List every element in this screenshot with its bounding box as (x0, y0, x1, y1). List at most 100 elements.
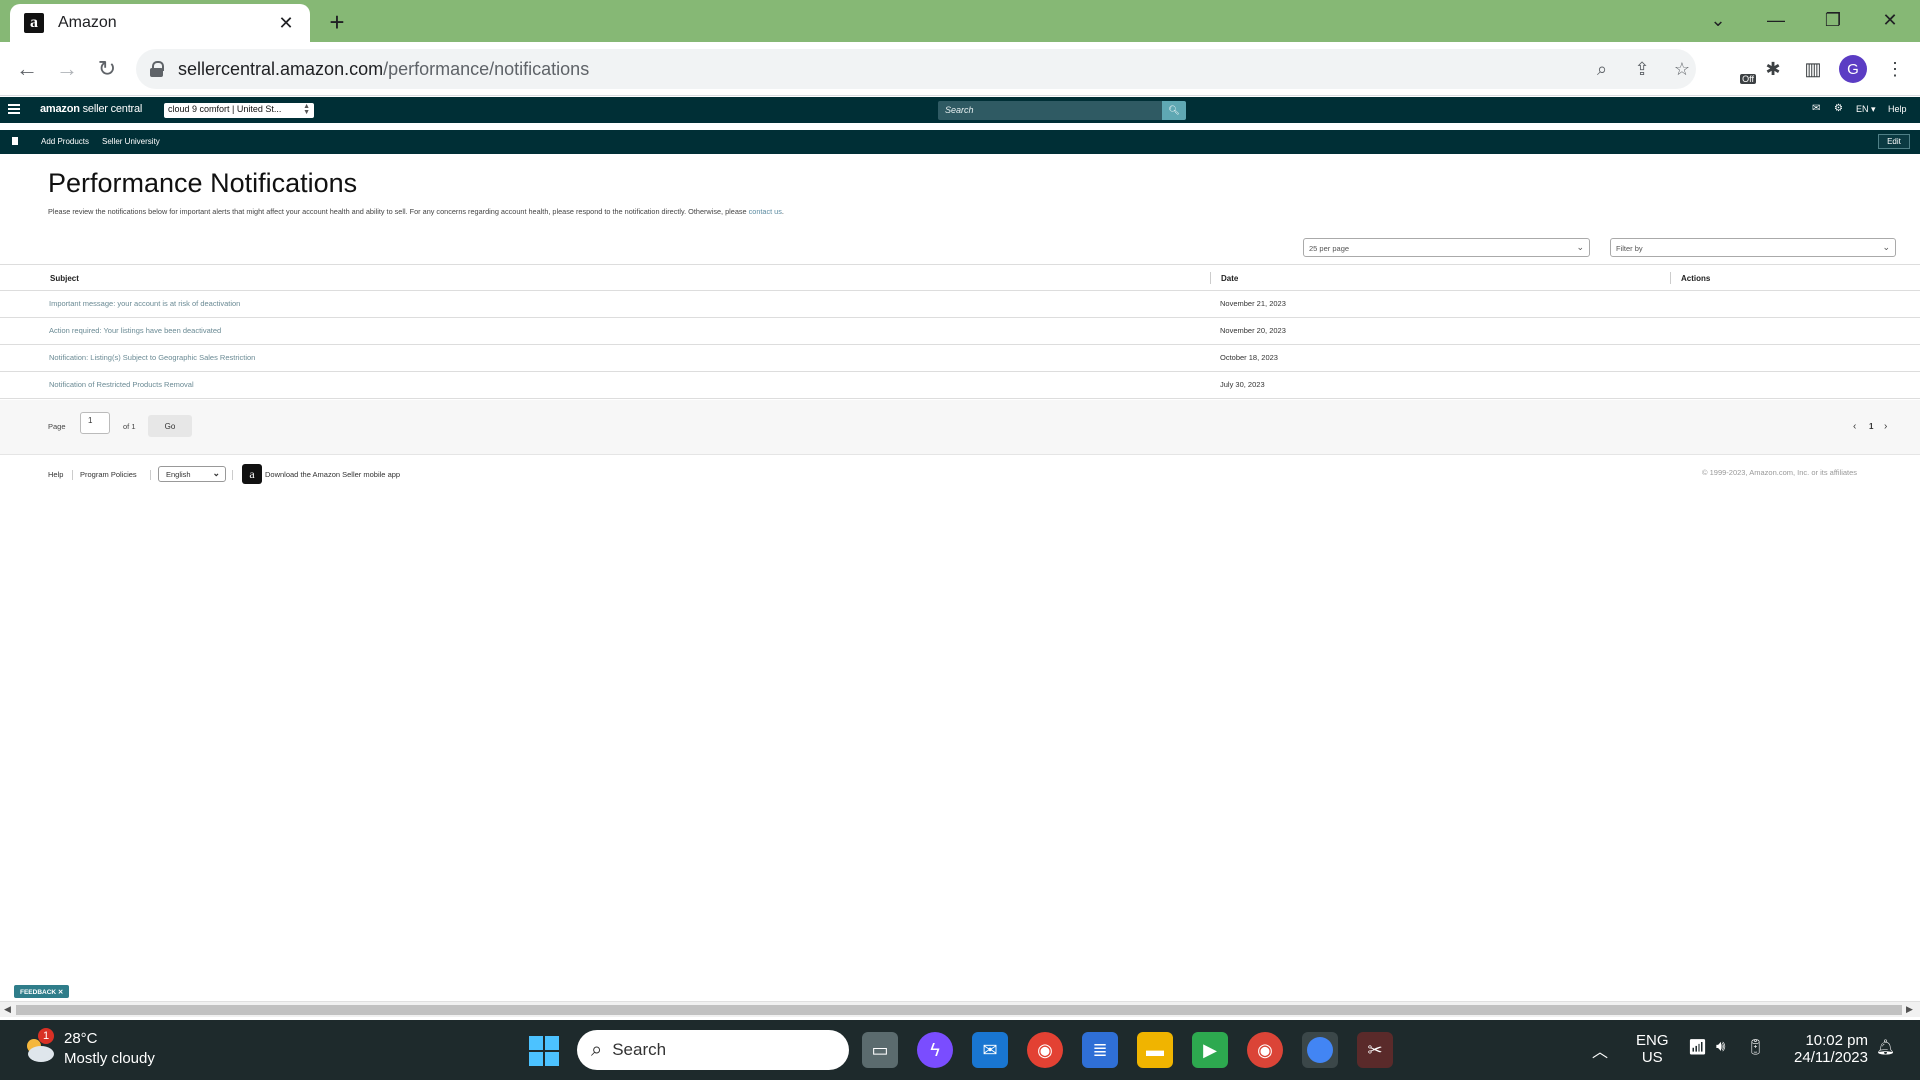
profile-avatar[interactable]: G (1839, 55, 1867, 83)
show-hidden-icons-chevron-icon[interactable]: ︿ (1592, 1038, 1608, 1062)
column-header-subject[interactable]: Subject (50, 274, 79, 283)
google-meet-icon[interactable]: ▶ (1192, 1032, 1228, 1068)
bookmark-icon[interactable] (12, 137, 18, 145)
share-icon[interactable]: ⇪ (1628, 55, 1656, 83)
file-explorer-icon[interactable]: ▬ (1137, 1032, 1173, 1068)
side-panel-icon[interactable]: ▥ (1798, 54, 1828, 84)
seller-central-logo[interactable]: amazon seller central (40, 103, 142, 115)
go-button[interactable]: Go (148, 415, 192, 437)
amazon-app-icon[interactable]: a (242, 464, 262, 484)
description-text: Please review the notifications below fo… (48, 207, 749, 216)
nav-link-add-products[interactable]: Add Products (41, 137, 89, 146)
help-link[interactable]: Help (1888, 104, 1907, 114)
seller-search-input[interactable]: Search (938, 101, 1162, 120)
notification-subject-link[interactable]: Action required: Your listings have been… (49, 326, 221, 335)
chrome-menu-icon[interactable]: ⋮ (1880, 54, 1910, 84)
feedback-button[interactable]: FEEDBACK ✕ (14, 985, 70, 998)
bookmark-star-icon[interactable]: ☆ (1668, 55, 1696, 83)
weather-description[interactable]: Mostly cloudy (64, 1050, 155, 1067)
extensions-puzzle-icon[interactable]: ✱ (1758, 54, 1788, 84)
next-page-icon[interactable]: › (1884, 421, 1887, 432)
previous-page-icon[interactable]: ‹ (1853, 421, 1856, 432)
browser-toolbar: ← → ↻ sellercentral.amazon.com/performan… (0, 42, 1920, 96)
chrome-icon[interactable]: ◉ (1027, 1032, 1063, 1068)
mail-icon[interactable]: ✉ (1812, 103, 1820, 114)
mail-app-icon[interactable]: ✉ (972, 1032, 1008, 1068)
reload-icon[interactable]: ↻ (90, 52, 124, 86)
seller-nav-bar: Add Products Seller University Edit (0, 130, 1920, 154)
notification-date: November 21, 2023 (1220, 299, 1286, 308)
scrollbar-thumb[interactable] (16, 1005, 1902, 1015)
footer-divider (72, 470, 73, 480)
page-total-label: of 1 (123, 422, 136, 431)
footer-divider (150, 470, 151, 480)
language-line-2: US (1641, 1049, 1663, 1066)
clock-time: 10:02 pm (1805, 1032, 1868, 1049)
per-page-value: 25 per page (1309, 244, 1350, 253)
scroll-left-icon[interactable]: ◀ (4, 1004, 11, 1015)
notification-subject-link[interactable]: Important message: your account is at ri… (49, 299, 240, 308)
table-row: Notification of Restricted Products Remo… (0, 372, 1920, 399)
amazon-favicon-icon: a (24, 13, 44, 33)
current-page-number[interactable]: 1 (1869, 422, 1873, 431)
minimize-button[interactable]: — (1748, 4, 1804, 36)
column-header-date[interactable]: Date (1221, 274, 1238, 283)
per-page-select[interactable]: 25 per page ⌄ (1303, 238, 1590, 257)
url-host: sellercentral.amazon.com (178, 58, 384, 79)
windows-start-icon[interactable] (529, 1036, 559, 1066)
header-divider (0, 123, 1920, 130)
url-path: /performance/notifications (383, 58, 590, 79)
edit-nav-button[interactable]: Edit (1878, 134, 1910, 149)
nav-link-seller-university[interactable]: Seller University (102, 137, 160, 146)
notification-subject-link[interactable]: Notification of Restricted Products Remo… (49, 380, 194, 389)
snipping-tool-icon[interactable]: ✂ (1357, 1032, 1393, 1068)
search-icon[interactable]: 🔍︎ (1162, 101, 1186, 120)
notification-date: November 20, 2023 (1220, 326, 1286, 335)
forward-arrow-icon[interactable]: → (50, 52, 84, 86)
wifi-icon[interactable]: 📶︎ (1688, 1038, 1707, 1056)
taskbar-search-box[interactable]: ⌕ Search (577, 1030, 849, 1070)
footer-language-select[interactable]: English ⌄ (158, 466, 226, 482)
clock[interactable]: 10:02 pm 24/11/2023 (1784, 1032, 1868, 1066)
close-window-button[interactable]: ✕ (1862, 4, 1918, 36)
restore-button[interactable]: ❐ (1805, 4, 1861, 36)
hamburger-menu-icon[interactable] (8, 104, 20, 116)
weather-temperature[interactable]: 28°C (64, 1030, 98, 1047)
page-number-input[interactable]: 1 (80, 412, 110, 434)
browser-tab[interactable]: a Amazon ✕ (10, 4, 310, 42)
download-app-link[interactable]: Download the Amazon Seller mobile app (265, 470, 400, 479)
language-selector[interactable]: EN ▾ (1856, 104, 1876, 115)
battery-icon[interactable]: 🔋︎ (1746, 1038, 1765, 1056)
back-arrow-icon[interactable]: ← (10, 52, 44, 86)
volume-icon[interactable]: 🔊︎ (1716, 1038, 1725, 1055)
extension-off-icon[interactable]: Off (1722, 54, 1756, 84)
scroll-right-icon[interactable]: ▶ (1906, 1004, 1913, 1015)
page-label: Page (48, 422, 66, 431)
store-selector[interactable]: cloud 9 comfort | United St... ▲ ▼ (164, 103, 314, 118)
chrome-profile-icon[interactable]: ◉ (1247, 1032, 1283, 1068)
chrome-active-icon[interactable] (1302, 1032, 1338, 1068)
language-value: EN (1856, 104, 1869, 114)
description-end: . (781, 207, 784, 216)
footer-program-policies-link[interactable]: Program Policies (80, 470, 137, 479)
filter-select[interactable]: Filter by ⌄ (1610, 238, 1896, 257)
task-view-icon[interactable]: ▭ (862, 1032, 898, 1068)
zoom-icon[interactable]: ⌕ (1588, 55, 1616, 83)
new-tab-button[interactable]: + (322, 7, 352, 37)
input-language-indicator[interactable]: ENG US (1636, 1032, 1669, 1066)
notifications-icon[interactable]: 🔔︎ (1876, 1038, 1895, 1056)
gear-icon[interactable]: ⚙ (1834, 103, 1843, 114)
browser-tab-strip: a Amazon ✕ + ⌄ — ❐ ✕ (0, 0, 1920, 42)
lock-icon (150, 61, 164, 77)
notepad-icon[interactable]: ≣ (1082, 1032, 1118, 1068)
messenger-icon[interactable]: ϟ (917, 1032, 953, 1068)
notification-subject-link[interactable]: Notification: Listing(s) Subject to Geog… (49, 353, 255, 362)
tab-close-icon[interactable]: ✕ (276, 13, 296, 34)
tab-search-chevron-icon[interactable]: ⌄ (1690, 4, 1746, 36)
table-row: Notification: Listing(s) Subject to Geog… (0, 345, 1920, 372)
address-bar[interactable]: sellercentral.amazon.com/performance/not… (136, 49, 1696, 89)
contact-us-link[interactable]: contact us (749, 207, 782, 216)
horizontal-scrollbar[interactable]: ◀ ▶ (0, 1001, 1920, 1017)
footer-help-link[interactable]: Help (48, 470, 63, 479)
notification-date: October 18, 2023 (1220, 353, 1278, 362)
